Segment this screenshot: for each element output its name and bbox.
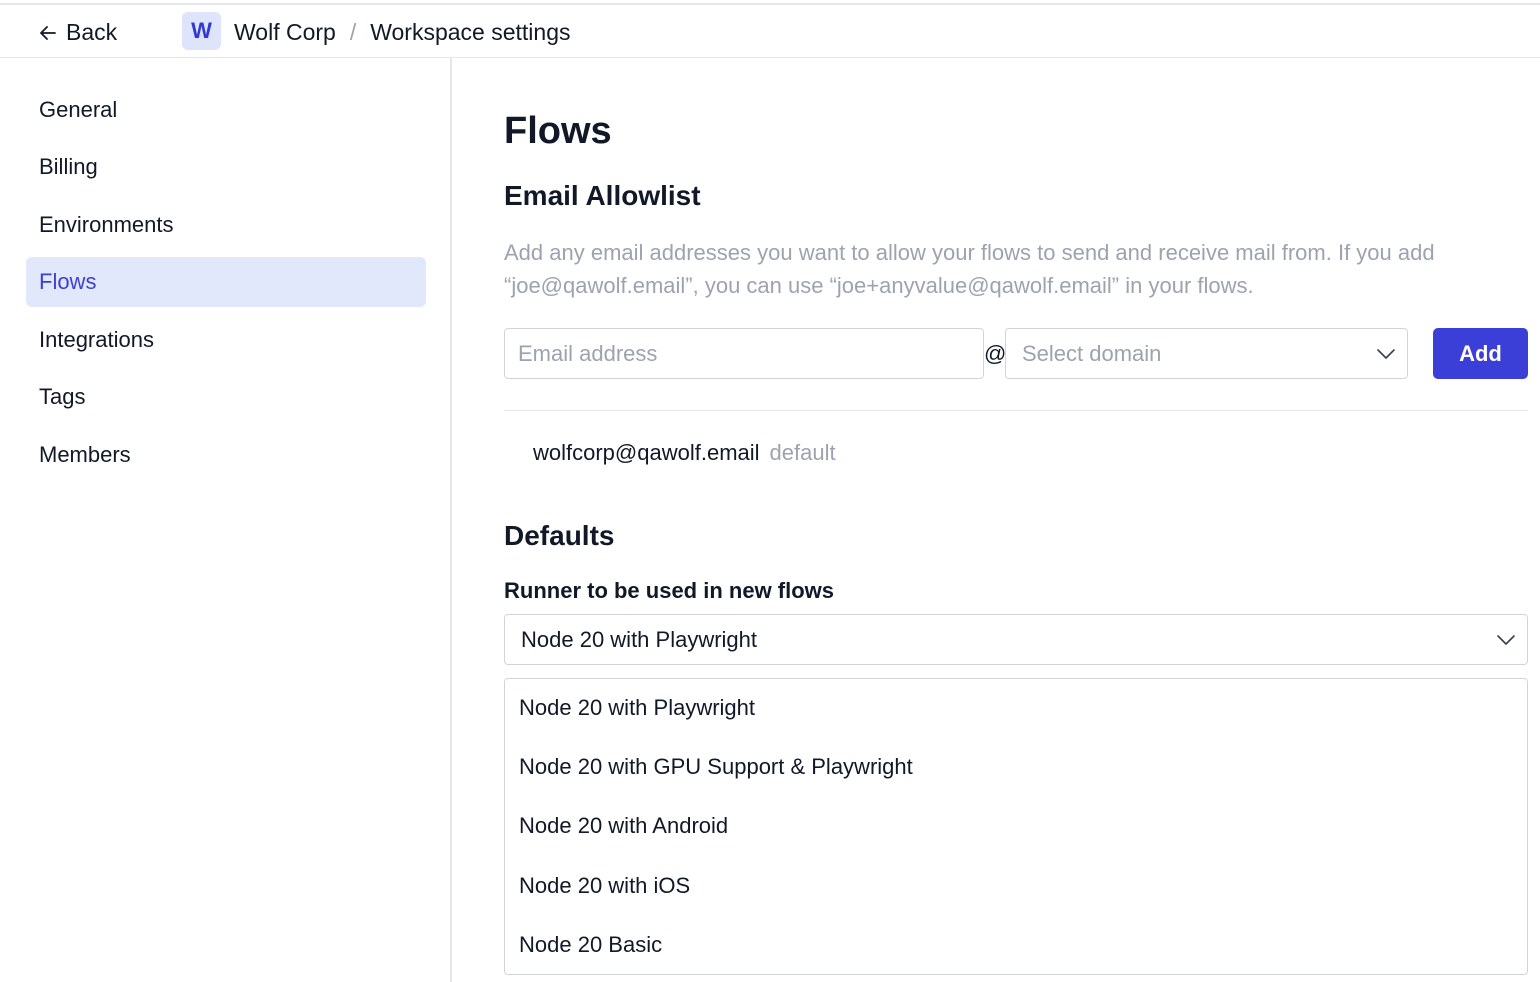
- top-border: [0, 0, 1540, 5]
- breadcrumb-workspace[interactable]: Wolf Corp: [234, 19, 336, 46]
- email-allowlist-description: Add any email addresses you want to allo…: [504, 240, 1435, 298]
- page-title: Flows: [504, 110, 612, 152]
- defaults-heading: Defaults: [504, 520, 615, 551]
- runner-option[interactable]: Node 20 Basic: [519, 932, 662, 958]
- email-address-input[interactable]: [504, 328, 984, 379]
- runner-select[interactable]: Node 20 with Playwright: [504, 614, 1528, 665]
- runner-select-value: Node 20 with Playwright: [521, 626, 758, 652]
- sidebar-item-tags[interactable]: Tags: [26, 372, 426, 422]
- arrow-left-icon: [40, 25, 56, 40]
- runner-option[interactable]: Node 20 with Android: [519, 813, 728, 839]
- allowlist-email: wolfcorp@qawolf.email: [533, 440, 760, 465]
- sidebar-item-environments[interactable]: Environments: [26, 200, 426, 250]
- runner-label: Runner to be used in new flows: [504, 578, 835, 603]
- chevron-down-icon: [1377, 348, 1395, 359]
- runner-option[interactable]: Node 20 with GPU Support & Playwright: [519, 754, 913, 780]
- sidebar-item-billing[interactable]: Billing: [26, 142, 426, 192]
- settings-sidebar: General Billing Environments Flows Integ…: [0, 58, 452, 982]
- runner-option[interactable]: Node 20 with Playwright: [519, 695, 755, 721]
- sidebar-item-flows[interactable]: Flows: [26, 257, 426, 307]
- sidebar-item-general[interactable]: General: [26, 85, 426, 135]
- domain-select-placeholder: Select domain: [1022, 340, 1162, 366]
- runner-dropdown-menu: Node 20 with Playwright Node 20 with GPU…: [504, 678, 1528, 975]
- allowlist-entry: wolfcorp@qawolf.email default: [533, 440, 836, 466]
- default-badge: default: [769, 440, 836, 465]
- breadcrumb: Wolf Corp / Workspace settings: [234, 19, 571, 46]
- top-header: Back W Wolf Corp / Workspace settings: [0, 7, 1540, 58]
- breadcrumb-current: Workspace settings: [370, 19, 571, 45]
- sidebar-item-integrations[interactable]: Integrations: [26, 315, 426, 365]
- runner-option[interactable]: Node 20 with iOS: [519, 873, 690, 899]
- workspace-avatar[interactable]: W: [182, 12, 221, 50]
- email-allowlist-heading: Email Allowlist: [504, 180, 701, 211]
- sidebar-item-members[interactable]: Members: [26, 430, 426, 480]
- breadcrumb-separator: /: [349, 19, 357, 45]
- add-email-button[interactable]: Add: [1433, 328, 1528, 379]
- at-symbol: @: [984, 341, 1007, 366]
- chevron-down-icon: [1497, 634, 1515, 645]
- divider: [504, 410, 1528, 411]
- back-button[interactable]: Back: [38, 19, 117, 46]
- back-label: Back: [66, 19, 118, 45]
- domain-select[interactable]: Select domain: [1005, 328, 1408, 379]
